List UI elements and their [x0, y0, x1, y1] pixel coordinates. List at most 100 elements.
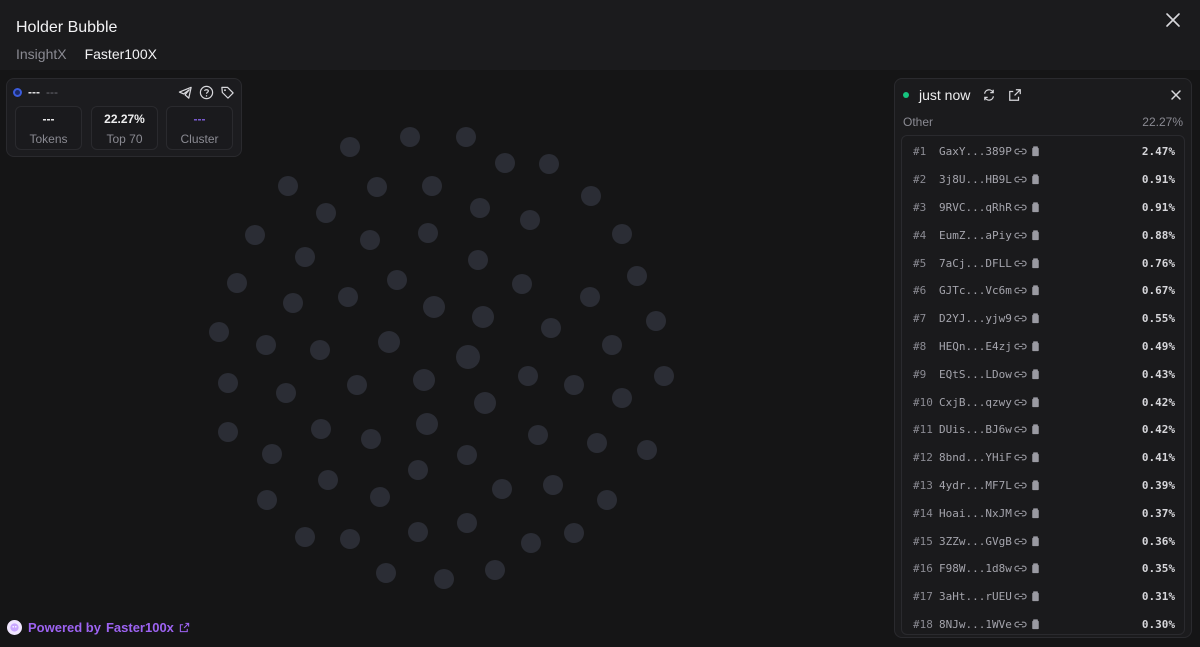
- copy-icon[interactable]: [1029, 562, 1042, 575]
- holder-bubble[interactable]: [408, 522, 428, 542]
- link-icon[interactable]: [1014, 562, 1027, 575]
- holder-address[interactable]: 8NJw...1WVe: [939, 618, 1012, 631]
- holder-row[interactable]: #12 8bnd...YHiF 0.41%: [902, 444, 1184, 472]
- link-icon[interactable]: [1014, 590, 1027, 603]
- holder-address[interactable]: 3ZZw...GVgB: [939, 535, 1012, 548]
- holder-row[interactable]: #6 GJTc...Vc6m 0.67%: [902, 277, 1184, 305]
- holder-address[interactable]: DUis...BJ6w: [939, 423, 1012, 436]
- holder-row[interactable]: #1 GaxY...389P 2.47%: [902, 138, 1184, 166]
- holder-address[interactable]: EumZ...aPiy: [939, 229, 1012, 242]
- link-icon[interactable]: [1014, 368, 1027, 381]
- holder-bubble[interactable]: [340, 529, 360, 549]
- holder-bubble[interactable]: [468, 250, 488, 270]
- holder-row[interactable]: #16 F98W...1d8w 0.35%: [902, 555, 1184, 583]
- copy-icon[interactable]: [1029, 590, 1042, 603]
- holder-bubble[interactable]: [457, 513, 477, 533]
- tab-insightx[interactable]: InsightX: [16, 46, 67, 62]
- copy-icon[interactable]: [1029, 368, 1042, 381]
- holder-address[interactable]: 8bnd...YHiF: [939, 451, 1012, 464]
- link-icon[interactable]: [1014, 451, 1027, 464]
- holder-bubble[interactable]: [528, 425, 548, 445]
- copy-icon[interactable]: [1029, 145, 1042, 158]
- link-icon[interactable]: [1014, 312, 1027, 325]
- holder-row[interactable]: #2 3j8U...HB9L 0.91%: [902, 166, 1184, 194]
- holder-bubble[interactable]: [543, 475, 563, 495]
- link-icon[interactable]: [1014, 423, 1027, 436]
- holder-row[interactable]: #14 Hoai...NxJM 0.37%: [902, 499, 1184, 527]
- holder-bubble[interactable]: [520, 210, 540, 230]
- tab-faster100x[interactable]: Faster100X: [85, 46, 157, 62]
- copy-icon[interactable]: [1029, 423, 1042, 436]
- holder-bubble[interactable]: [474, 392, 496, 414]
- holder-address[interactable]: 4ydr...MF7L: [939, 479, 1012, 492]
- holder-bubble[interactable]: [310, 340, 330, 360]
- link-icon[interactable]: [1014, 618, 1027, 631]
- holder-bubble[interactable]: [418, 223, 438, 243]
- holder-bubble[interactable]: [456, 345, 480, 369]
- holder-bubble[interactable]: [295, 527, 315, 547]
- holder-bubble[interactable]: [472, 306, 494, 328]
- holder-bubble[interactable]: [387, 270, 407, 290]
- copy-icon[interactable]: [1029, 312, 1042, 325]
- holder-bubble[interactable]: [495, 153, 515, 173]
- holder-address[interactable]: CxjB...qzwy: [939, 396, 1012, 409]
- holder-bubble[interactable]: [581, 186, 601, 206]
- holder-row[interactable]: #5 7aCj...DFLL 0.76%: [902, 249, 1184, 277]
- holder-row[interactable]: #7 D2YJ...yjw9 0.55%: [902, 305, 1184, 333]
- holder-bubble[interactable]: [521, 533, 541, 553]
- link-icon[interactable]: [1014, 145, 1027, 158]
- holder-bubble[interactable]: [367, 177, 387, 197]
- holder-row[interactable]: #13 4ydr...MF7L 0.39%: [902, 472, 1184, 500]
- holder-bubble[interactable]: [518, 366, 538, 386]
- holder-bubble[interactable]: [434, 569, 454, 589]
- copy-icon[interactable]: [1029, 284, 1042, 297]
- copy-icon[interactable]: [1029, 618, 1042, 631]
- panel-close-icon[interactable]: [1169, 88, 1183, 102]
- link-icon[interactable]: [1014, 257, 1027, 270]
- holder-address[interactable]: F98W...1d8w: [939, 562, 1012, 575]
- holder-row[interactable]: #15 3ZZw...GVgB 0.36%: [902, 527, 1184, 555]
- holder-address[interactable]: 3aHt...rUEU: [939, 590, 1012, 603]
- faster100x-link[interactable]: Faster100x: [106, 620, 174, 635]
- help-icon[interactable]: [199, 85, 214, 100]
- holder-address[interactable]: 3j8U...HB9L: [939, 173, 1012, 186]
- holder-bubble[interactable]: [318, 470, 338, 490]
- holder-address[interactable]: 7aCj...DFLL: [939, 257, 1012, 270]
- link-icon[interactable]: [1014, 201, 1027, 214]
- link-icon[interactable]: [1014, 284, 1027, 297]
- holder-bubble[interactable]: [245, 225, 265, 245]
- copy-icon[interactable]: [1029, 229, 1042, 242]
- copy-icon[interactable]: [1029, 535, 1042, 548]
- holder-bubble[interactable]: [408, 460, 428, 480]
- holder-bubble[interactable]: [637, 440, 657, 460]
- holder-bubble[interactable]: [378, 331, 400, 353]
- holder-bubble[interactable]: [295, 247, 315, 267]
- holder-bubble[interactable]: [340, 137, 360, 157]
- holder-bubble[interactable]: [311, 419, 331, 439]
- copy-icon[interactable]: [1029, 201, 1042, 214]
- holder-bubble[interactable]: [262, 444, 282, 464]
- holder-row[interactable]: #4 EumZ...aPiy 0.88%: [902, 221, 1184, 249]
- holder-bubble[interactable]: [654, 366, 674, 386]
- holder-bubble[interactable]: [316, 203, 336, 223]
- holder-bubble[interactable]: [587, 433, 607, 453]
- link-icon[interactable]: [1014, 396, 1027, 409]
- holder-bubble[interactable]: [457, 445, 477, 465]
- holder-bubble[interactable]: [422, 176, 442, 196]
- holder-address[interactable]: EQtS...LDow: [939, 368, 1012, 381]
- holder-bubble[interactable]: [612, 224, 632, 244]
- holder-bubble[interactable]: [347, 375, 367, 395]
- holders-list[interactable]: #1 GaxY...389P 2.47% #2 3j8U...HB9L 0.91% #3 9R…: [901, 135, 1185, 635]
- holder-bubble[interactable]: [227, 273, 247, 293]
- holder-bubble[interactable]: [512, 274, 532, 294]
- holder-bubble[interactable]: [416, 413, 438, 435]
- link-icon[interactable]: [1014, 340, 1027, 353]
- holder-bubble[interactable]: [627, 266, 647, 286]
- telegram-icon[interactable]: [178, 85, 193, 100]
- holder-row[interactable]: #17 3aHt...rUEU 0.31%: [902, 583, 1184, 611]
- link-icon[interactable]: [1014, 229, 1027, 242]
- holder-address[interactable]: 9RVC...qRhR: [939, 201, 1012, 214]
- external-link-icon[interactable]: [1008, 88, 1022, 102]
- copy-icon[interactable]: [1029, 507, 1042, 520]
- holder-bubble[interactable]: [564, 523, 584, 543]
